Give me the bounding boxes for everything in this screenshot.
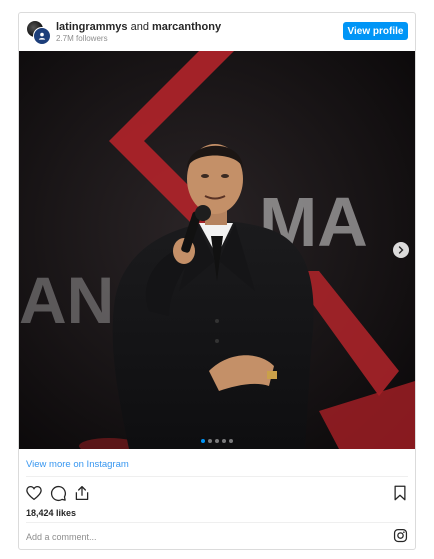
instagram-embed-card: latingrammys and marcanthony 2.7M follow… — [18, 12, 416, 550]
add-comment-input[interactable]: Add a comment... — [26, 532, 97, 542]
account-names[interactable]: latingrammys and marcanthony — [56, 21, 221, 33]
carousel-dot — [201, 439, 205, 443]
carousel-dot — [229, 439, 233, 443]
share-icon[interactable] — [73, 484, 91, 502]
person-icon — [38, 32, 46, 40]
post-actions — [25, 484, 409, 504]
avatar[interactable] — [26, 20, 51, 45]
carousel-dot — [208, 439, 212, 443]
account-joiner: and — [127, 21, 152, 33]
follower-count: 2.7M followers — [56, 34, 108, 43]
account-name-primary[interactable]: latingrammys — [56, 21, 128, 33]
instagram-icon[interactable] — [393, 528, 408, 543]
divider — [26, 476, 408, 477]
carousel-indicator — [19, 439, 415, 443]
heart-icon[interactable] — [25, 484, 43, 502]
view-more-on-instagram-link[interactable]: View more on Instagram — [26, 459, 129, 470]
comment-icon[interactable] — [49, 484, 67, 502]
likes-count[interactable]: 18,424 likes — [26, 508, 76, 518]
bookmark-icon[interactable] — [391, 484, 409, 502]
carousel-dot — [222, 439, 226, 443]
carousel-dot — [215, 439, 219, 443]
post-header: latingrammys and marcanthony 2.7M follow… — [19, 13, 415, 51]
stage-photo-image: MA AN HO — [19, 51, 415, 449]
account-name-secondary[interactable]: marcanthony — [152, 21, 221, 33]
post-photo[interactable]: MA AN HO — [19, 51, 415, 449]
chevron-right-icon — [398, 246, 404, 254]
next-slide-button[interactable] — [393, 242, 409, 258]
avatar-marcanthony — [33, 27, 51, 45]
divider — [26, 522, 408, 523]
view-profile-button[interactable]: View profile — [343, 22, 408, 40]
